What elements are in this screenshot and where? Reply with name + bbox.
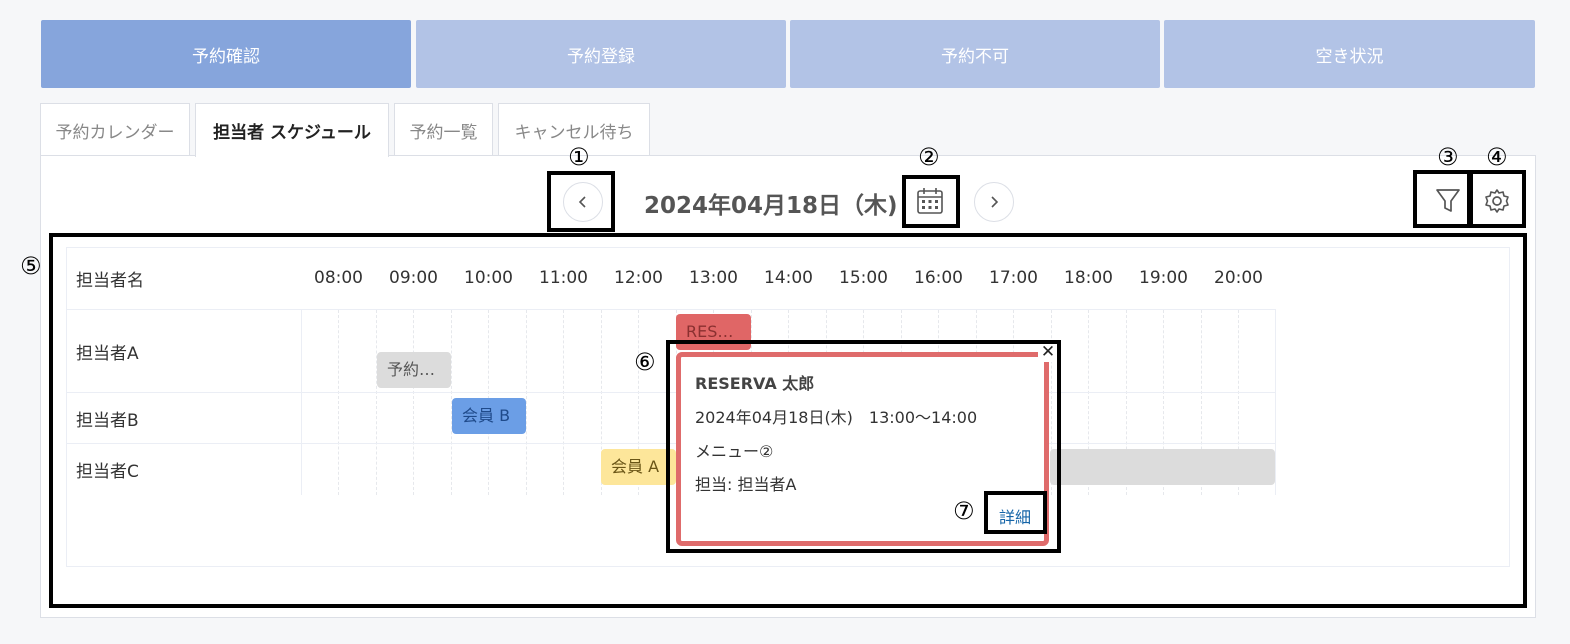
annotation-number: ③ <box>1437 143 1459 171</box>
annotation-box <box>547 171 615 232</box>
tab-reservation-confirm[interactable]: 予約確認 <box>41 20 411 88</box>
annotation-number: ⑤ <box>20 252 42 280</box>
annotation-number: ① <box>568 143 590 171</box>
annotation-box <box>1469 170 1526 228</box>
annotation-number: ② <box>918 143 940 171</box>
subtab-reservation-list[interactable]: 予約一覧 <box>394 103 493 156</box>
next-day-button[interactable] <box>974 182 1014 222</box>
subtab-staff-schedule[interactable]: 担当者 スケジュール <box>195 103 389 157</box>
annotation-number: ⑦ <box>953 497 975 525</box>
annotation-number: ④ <box>1486 143 1508 171</box>
annotation-box <box>1413 170 1471 228</box>
tab-availability[interactable]: 空き状況 <box>1164 20 1535 88</box>
tab-reservation-register[interactable]: 予約登録 <box>416 20 786 88</box>
annotation-number: ⑥ <box>634 348 656 376</box>
annotation-box <box>984 491 1047 534</box>
annotation-box <box>902 175 960 228</box>
chevron-right-icon <box>991 196 999 208</box>
tab-reservation-unavailable[interactable]: 予約不可 <box>790 20 1160 88</box>
current-date: 2024年04月18日（木) <box>644 193 898 219</box>
subtab-reservation-calendar[interactable]: 予約カレンダー <box>40 103 190 156</box>
